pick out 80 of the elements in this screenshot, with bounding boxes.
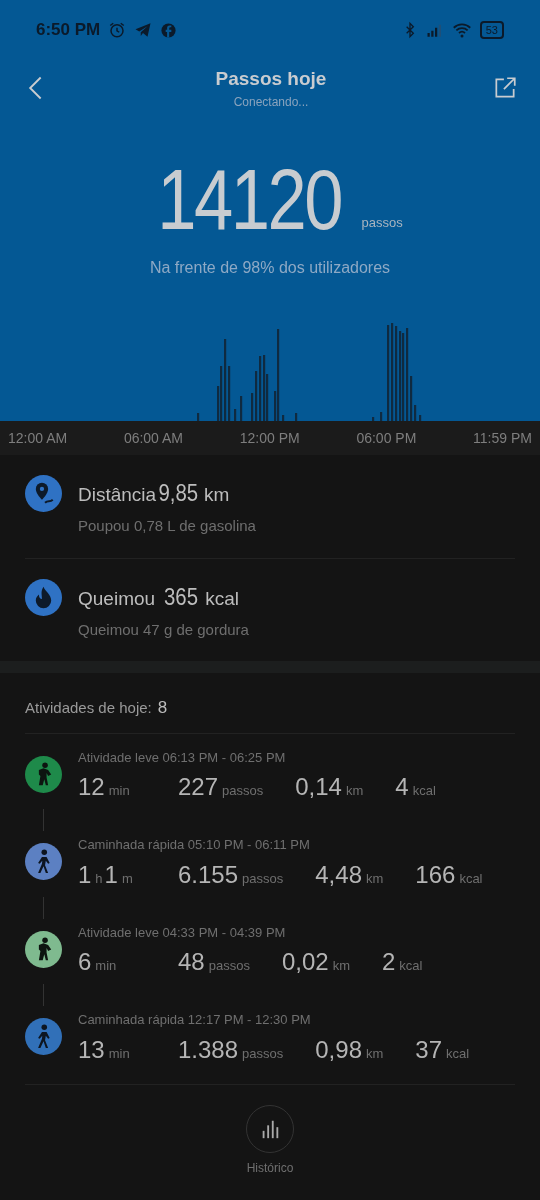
calories-value: 166 xyxy=(415,859,456,890)
steps-unit: passos xyxy=(208,957,250,975)
step-unit: passos xyxy=(361,213,403,232)
duration-value: 12 xyxy=(78,772,105,802)
stat-unit: km xyxy=(203,483,230,507)
alarm-icon xyxy=(108,21,127,39)
location-icon xyxy=(25,475,62,512)
duration-value: 1 xyxy=(104,859,118,890)
steps-value: 1.388 xyxy=(178,1034,239,1065)
status-time: 6:50 PM xyxy=(36,19,101,42)
activity-title: Atividade leve 06:13 PM - 06:25 PM xyxy=(78,748,287,767)
walking-figure-icon xyxy=(25,1018,62,1055)
history-label: Histórico xyxy=(246,1159,294,1177)
distance-unit: km xyxy=(345,782,364,800)
axis-label: 12:00 PM xyxy=(239,428,300,448)
histogram-bar xyxy=(419,415,422,421)
activity-title: Atividade leve 04:33 PM - 04:39 PM xyxy=(78,923,287,942)
axis-label: 11:59 PM xyxy=(473,428,532,448)
duration-value: 1 xyxy=(78,859,92,890)
activity-count: 8 xyxy=(157,697,168,719)
page-title: Passos hoje xyxy=(215,66,327,91)
steps-unit: passos xyxy=(242,869,284,888)
histogram-bar xyxy=(234,409,237,421)
histogram-bar xyxy=(197,413,200,421)
duration-value: 13 xyxy=(78,1034,105,1065)
axis-label: 06:00 AM xyxy=(123,428,184,448)
calories-unit: kcal xyxy=(412,782,436,800)
activity-title: Caminhada rápida 05:10 PM - 06:11 PM xyxy=(78,836,311,854)
steps-unit: passos xyxy=(242,1044,284,1063)
histogram-bar xyxy=(380,412,383,421)
duration-unit: min xyxy=(95,957,117,975)
stat-note: Poupou 0,78 L de gasolina xyxy=(78,516,256,536)
send-icon xyxy=(134,21,153,39)
distance-value: 0,98 xyxy=(315,1034,362,1065)
calories-unit: kcal xyxy=(459,869,483,888)
wifi-icon xyxy=(451,21,472,39)
calories-unit: kcal xyxy=(446,1044,470,1063)
section-title: Atividades de hoje: xyxy=(25,698,152,718)
steps-value: 227 xyxy=(178,772,219,802)
stat-unit: kcal xyxy=(205,586,239,611)
distance-value: 0,14 xyxy=(295,772,342,802)
duration-unit: m xyxy=(121,869,133,888)
axis-label: 06:00 PM xyxy=(356,428,417,448)
activity-title: Caminhada rápida 12:17 PM - 12:30 PM xyxy=(78,1011,312,1029)
flame-icon xyxy=(25,578,62,616)
connection-status: Conectando... xyxy=(232,94,310,112)
duration-unit: min xyxy=(108,1044,130,1063)
distance-unit: km xyxy=(332,957,350,975)
standing-figure-icon xyxy=(25,755,62,793)
steps-unit: passos xyxy=(222,782,264,800)
calories-unit: kcal xyxy=(399,957,423,975)
distance-unit: km xyxy=(366,869,384,888)
ranking-text: Na frente de 98% dos utilizadores xyxy=(148,258,392,278)
histogram-bar xyxy=(295,413,298,421)
standing-figure-icon xyxy=(25,930,62,968)
step-count: 14120 xyxy=(157,156,342,242)
steps-value: 6.155 xyxy=(178,859,239,890)
social-icon xyxy=(160,21,178,39)
axis-label: 12:00 AM xyxy=(8,428,68,448)
calories-value: 4 xyxy=(395,772,409,802)
histogram-bar xyxy=(282,415,285,421)
walking-figure-icon xyxy=(25,843,62,880)
distance-value: 0,02 xyxy=(281,947,329,977)
stat-value: 9,85 xyxy=(158,478,199,508)
distance-value: 4,48 xyxy=(315,859,362,890)
histogram-bar xyxy=(372,417,375,421)
duration-unit: min xyxy=(108,782,130,800)
duration-unit: h xyxy=(95,869,103,888)
duration-value: 6 xyxy=(78,947,92,977)
distance-unit: km xyxy=(366,1044,384,1063)
stat-note: Queimou 47 g de gordura xyxy=(78,619,249,640)
steps-value: 48 xyxy=(178,947,205,977)
battery-indicator: 53 xyxy=(479,21,504,39)
stat-label: Distância xyxy=(78,483,157,507)
calories-value: 37 xyxy=(415,1034,443,1065)
share-icon[interactable] xyxy=(492,75,518,101)
histogram-bar xyxy=(240,396,243,421)
stat-value: 365 xyxy=(164,581,199,612)
stat-label: Queimou xyxy=(78,586,156,611)
calories-value: 2 xyxy=(381,947,396,977)
